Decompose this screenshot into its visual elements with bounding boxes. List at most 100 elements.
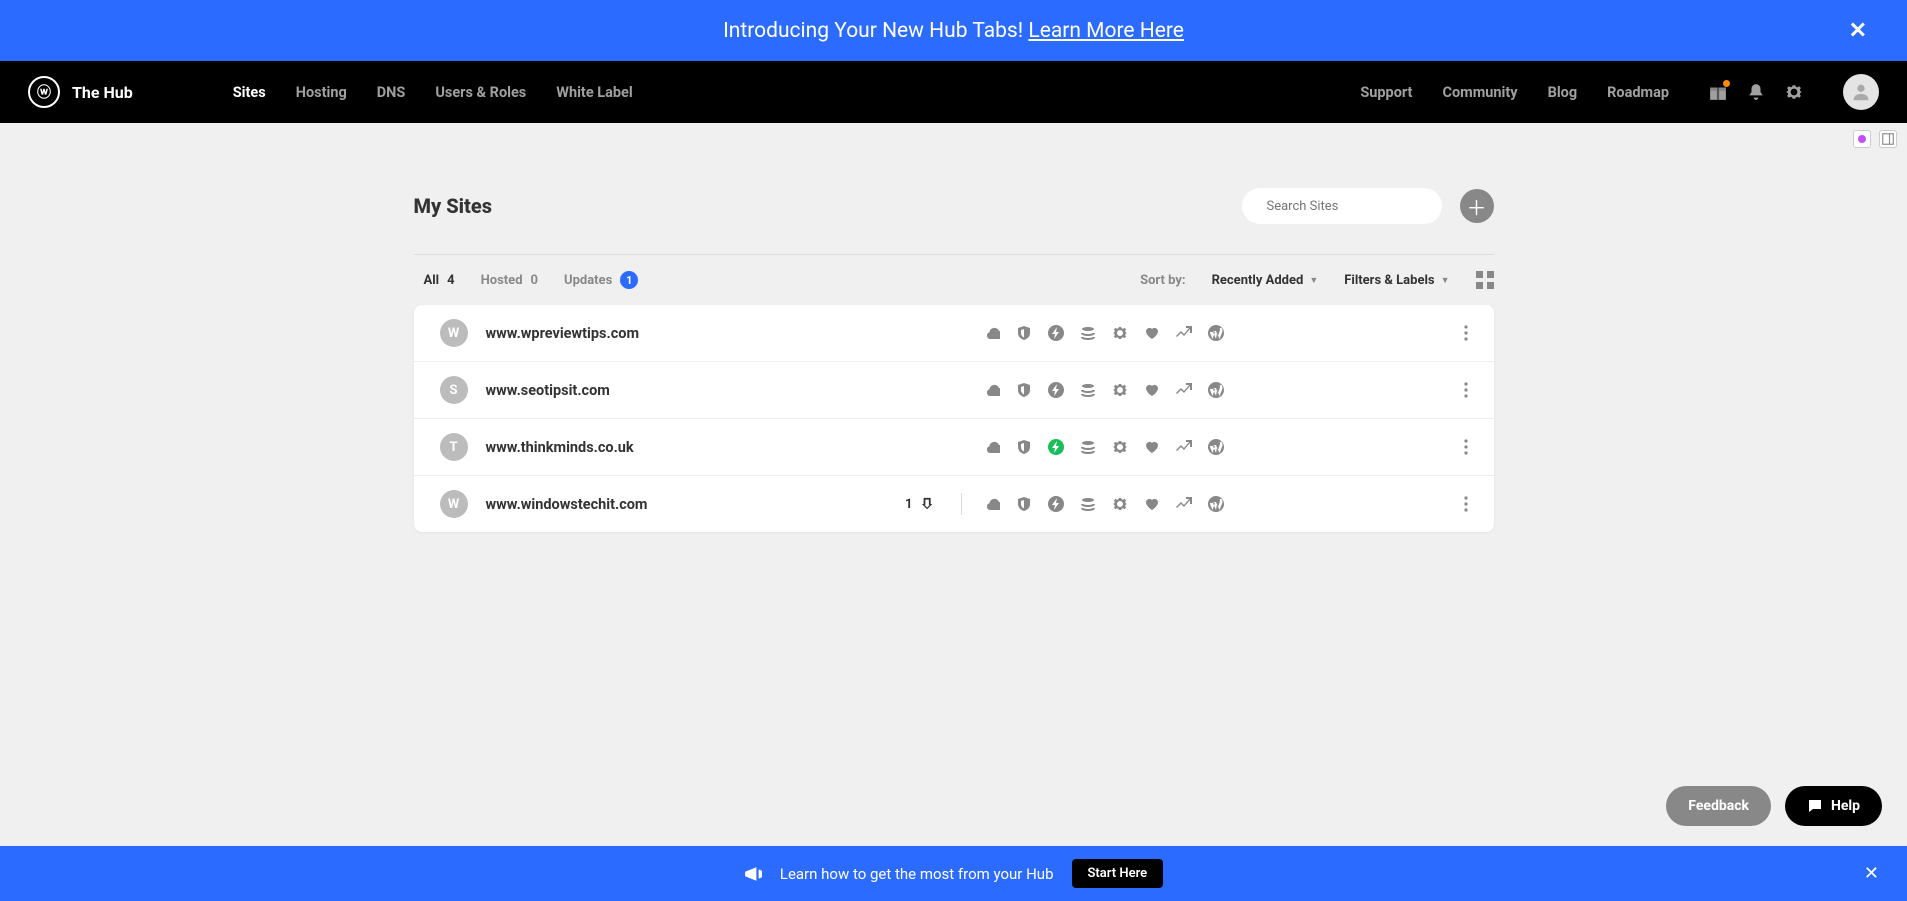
cloud-icon[interactable] [984, 382, 1000, 398]
nav-link-roadmap[interactable]: Roadmap [1607, 84, 1669, 101]
site-row: Twww.thinkminds.co.uk [414, 419, 1494, 476]
bottom-banner: Learn how to get the most from your Hub … [0, 846, 1907, 901]
filter-tab-hosted[interactable]: Hosted 0 [481, 273, 538, 288]
trend-icon[interactable] [1176, 496, 1192, 512]
help-label: Help [1831, 798, 1860, 814]
site-url[interactable]: www.wpreviewtips.com [486, 325, 640, 342]
trend-icon[interactable] [1176, 439, 1192, 455]
gear-icon[interactable] [1112, 439, 1128, 455]
announcement-link[interactable]: Learn More Here [1028, 19, 1184, 43]
nav-link-community[interactable]: Community [1442, 84, 1517, 101]
wordpress-icon[interactable] [1208, 382, 1224, 398]
aux-chips [1853, 130, 1897, 148]
sort-label: Sort by: [1140, 273, 1186, 288]
announcement-banner: Introducing Your New Hub Tabs! Learn Mor… [0, 0, 1907, 61]
add-site-button[interactable]: ＋ [1460, 189, 1494, 223]
more-icon[interactable] [1464, 382, 1468, 398]
stack-icon[interactable] [1080, 439, 1096, 455]
bolt-icon[interactable] [1048, 439, 1064, 455]
sort-value: Recently Added [1212, 273, 1304, 288]
site-row-icons: 1 [905, 493, 1223, 515]
bolt-icon[interactable] [1048, 382, 1064, 398]
close-icon[interactable]: ✕ [1864, 863, 1879, 884]
site-avatar: W [440, 490, 468, 518]
site-url[interactable]: www.windowstechit.com [486, 496, 648, 513]
trend-icon[interactable] [1176, 325, 1192, 341]
filters-labels-select[interactable]: Filters & Labels ▼ [1344, 273, 1449, 288]
trend-icon[interactable] [1176, 382, 1192, 398]
site-row: Wwww.windowstechit.com 1 [414, 476, 1494, 532]
heart-icon[interactable] [1144, 325, 1160, 341]
filter-tab-all[interactable]: All 4 [424, 273, 455, 288]
nav-item-users-roles[interactable]: Users & Roles [435, 84, 526, 101]
bell-icon[interactable] [1747, 83, 1765, 101]
bottom-banner-text: Learn how to get the most from your Hub [780, 865, 1054, 883]
gear-icon[interactable] [1112, 496, 1128, 512]
site-avatar: T [440, 433, 468, 461]
bolt-icon[interactable] [1048, 325, 1064, 341]
filter-all-label: All [424, 273, 440, 288]
nav-item-dns[interactable]: DNS [377, 84, 406, 101]
more-icon[interactable] [1464, 325, 1468, 341]
shield-icon[interactable] [1016, 439, 1032, 455]
separator [961, 493, 962, 515]
feedback-button[interactable]: Feedback [1666, 786, 1771, 826]
layout-toggle[interactable] [1879, 130, 1897, 148]
nav-item-hosting[interactable]: Hosting [296, 84, 347, 101]
site-row-icons [984, 325, 1224, 341]
updates-badge[interactable]: 1 [905, 497, 934, 512]
heart-icon[interactable] [1144, 439, 1160, 455]
gear-icon[interactable] [1112, 325, 1128, 341]
help-button[interactable]: Help [1785, 786, 1882, 826]
shield-icon[interactable] [1016, 496, 1032, 512]
heart-icon[interactable] [1144, 496, 1160, 512]
page-title: My Sites [414, 194, 492, 218]
nav-item-white-label[interactable]: White Label [556, 84, 632, 101]
filter-updates-count: 1 [620, 271, 638, 289]
site-avatar: S [440, 376, 468, 404]
avatar[interactable] [1843, 74, 1879, 110]
filter-tab-updates[interactable]: Updates 1 [564, 271, 638, 289]
stack-icon[interactable] [1080, 325, 1096, 341]
logo[interactable]: ⓦ The Hub [28, 76, 133, 108]
start-here-button[interactable]: Start Here [1072, 859, 1164, 888]
brand-name: The Hub [72, 83, 133, 102]
cloud-icon[interactable] [984, 496, 1000, 512]
gear-icon[interactable] [1112, 382, 1128, 398]
main-nav: ⓦ The Hub Sites Hosting DNS Users & Roles Wh… [0, 61, 1907, 123]
settings-icon[interactable] [1785, 83, 1803, 101]
chevron-down-icon: ▼ [1309, 275, 1318, 286]
sort-select[interactable]: Recently Added ▼ [1212, 273, 1319, 288]
search-box[interactable] [1242, 188, 1442, 224]
wordpress-icon[interactable] [1208, 325, 1224, 341]
more-icon[interactable] [1464, 496, 1468, 512]
cloud-icon[interactable] [984, 325, 1000, 341]
view-grid-toggle[interactable] [1476, 271, 1494, 289]
site-list: Wwww.wpreviewtips.com Swww.seotipsit.com T… [414, 305, 1494, 532]
site-row-icons [984, 382, 1224, 398]
nav-link-support[interactable]: Support [1360, 84, 1412, 101]
close-icon[interactable]: ✕ [1849, 18, 1867, 43]
cloud-icon[interactable] [984, 439, 1000, 455]
filters-row: All 4 Hosted 0 Updates 1 Sort by: Recent… [414, 254, 1494, 305]
logo-icon: ⓦ [28, 76, 60, 108]
wordpress-icon[interactable] [1208, 496, 1224, 512]
gift-icon[interactable] [1709, 83, 1727, 101]
site-url[interactable]: www.seotipsit.com [486, 382, 610, 399]
nav-link-blog[interactable]: Blog [1548, 84, 1578, 101]
shield-icon[interactable] [1016, 325, 1032, 341]
site-row-icons [984, 439, 1224, 455]
more-icon[interactable] [1464, 439, 1468, 455]
bolt-icon[interactable] [1048, 496, 1064, 512]
site-row: Wwww.wpreviewtips.com [414, 305, 1494, 362]
nav-item-sites[interactable]: Sites [233, 84, 266, 101]
stack-icon[interactable] [1080, 382, 1096, 398]
stack-icon[interactable] [1080, 496, 1096, 512]
heart-icon[interactable] [1144, 382, 1160, 398]
record-indicator[interactable] [1853, 130, 1871, 148]
megaphone-icon [744, 865, 762, 883]
wordpress-icon[interactable] [1208, 439, 1224, 455]
shield-icon[interactable] [1016, 382, 1032, 398]
search-input[interactable] [1267, 199, 1433, 214]
site-url[interactable]: www.thinkminds.co.uk [486, 439, 634, 456]
